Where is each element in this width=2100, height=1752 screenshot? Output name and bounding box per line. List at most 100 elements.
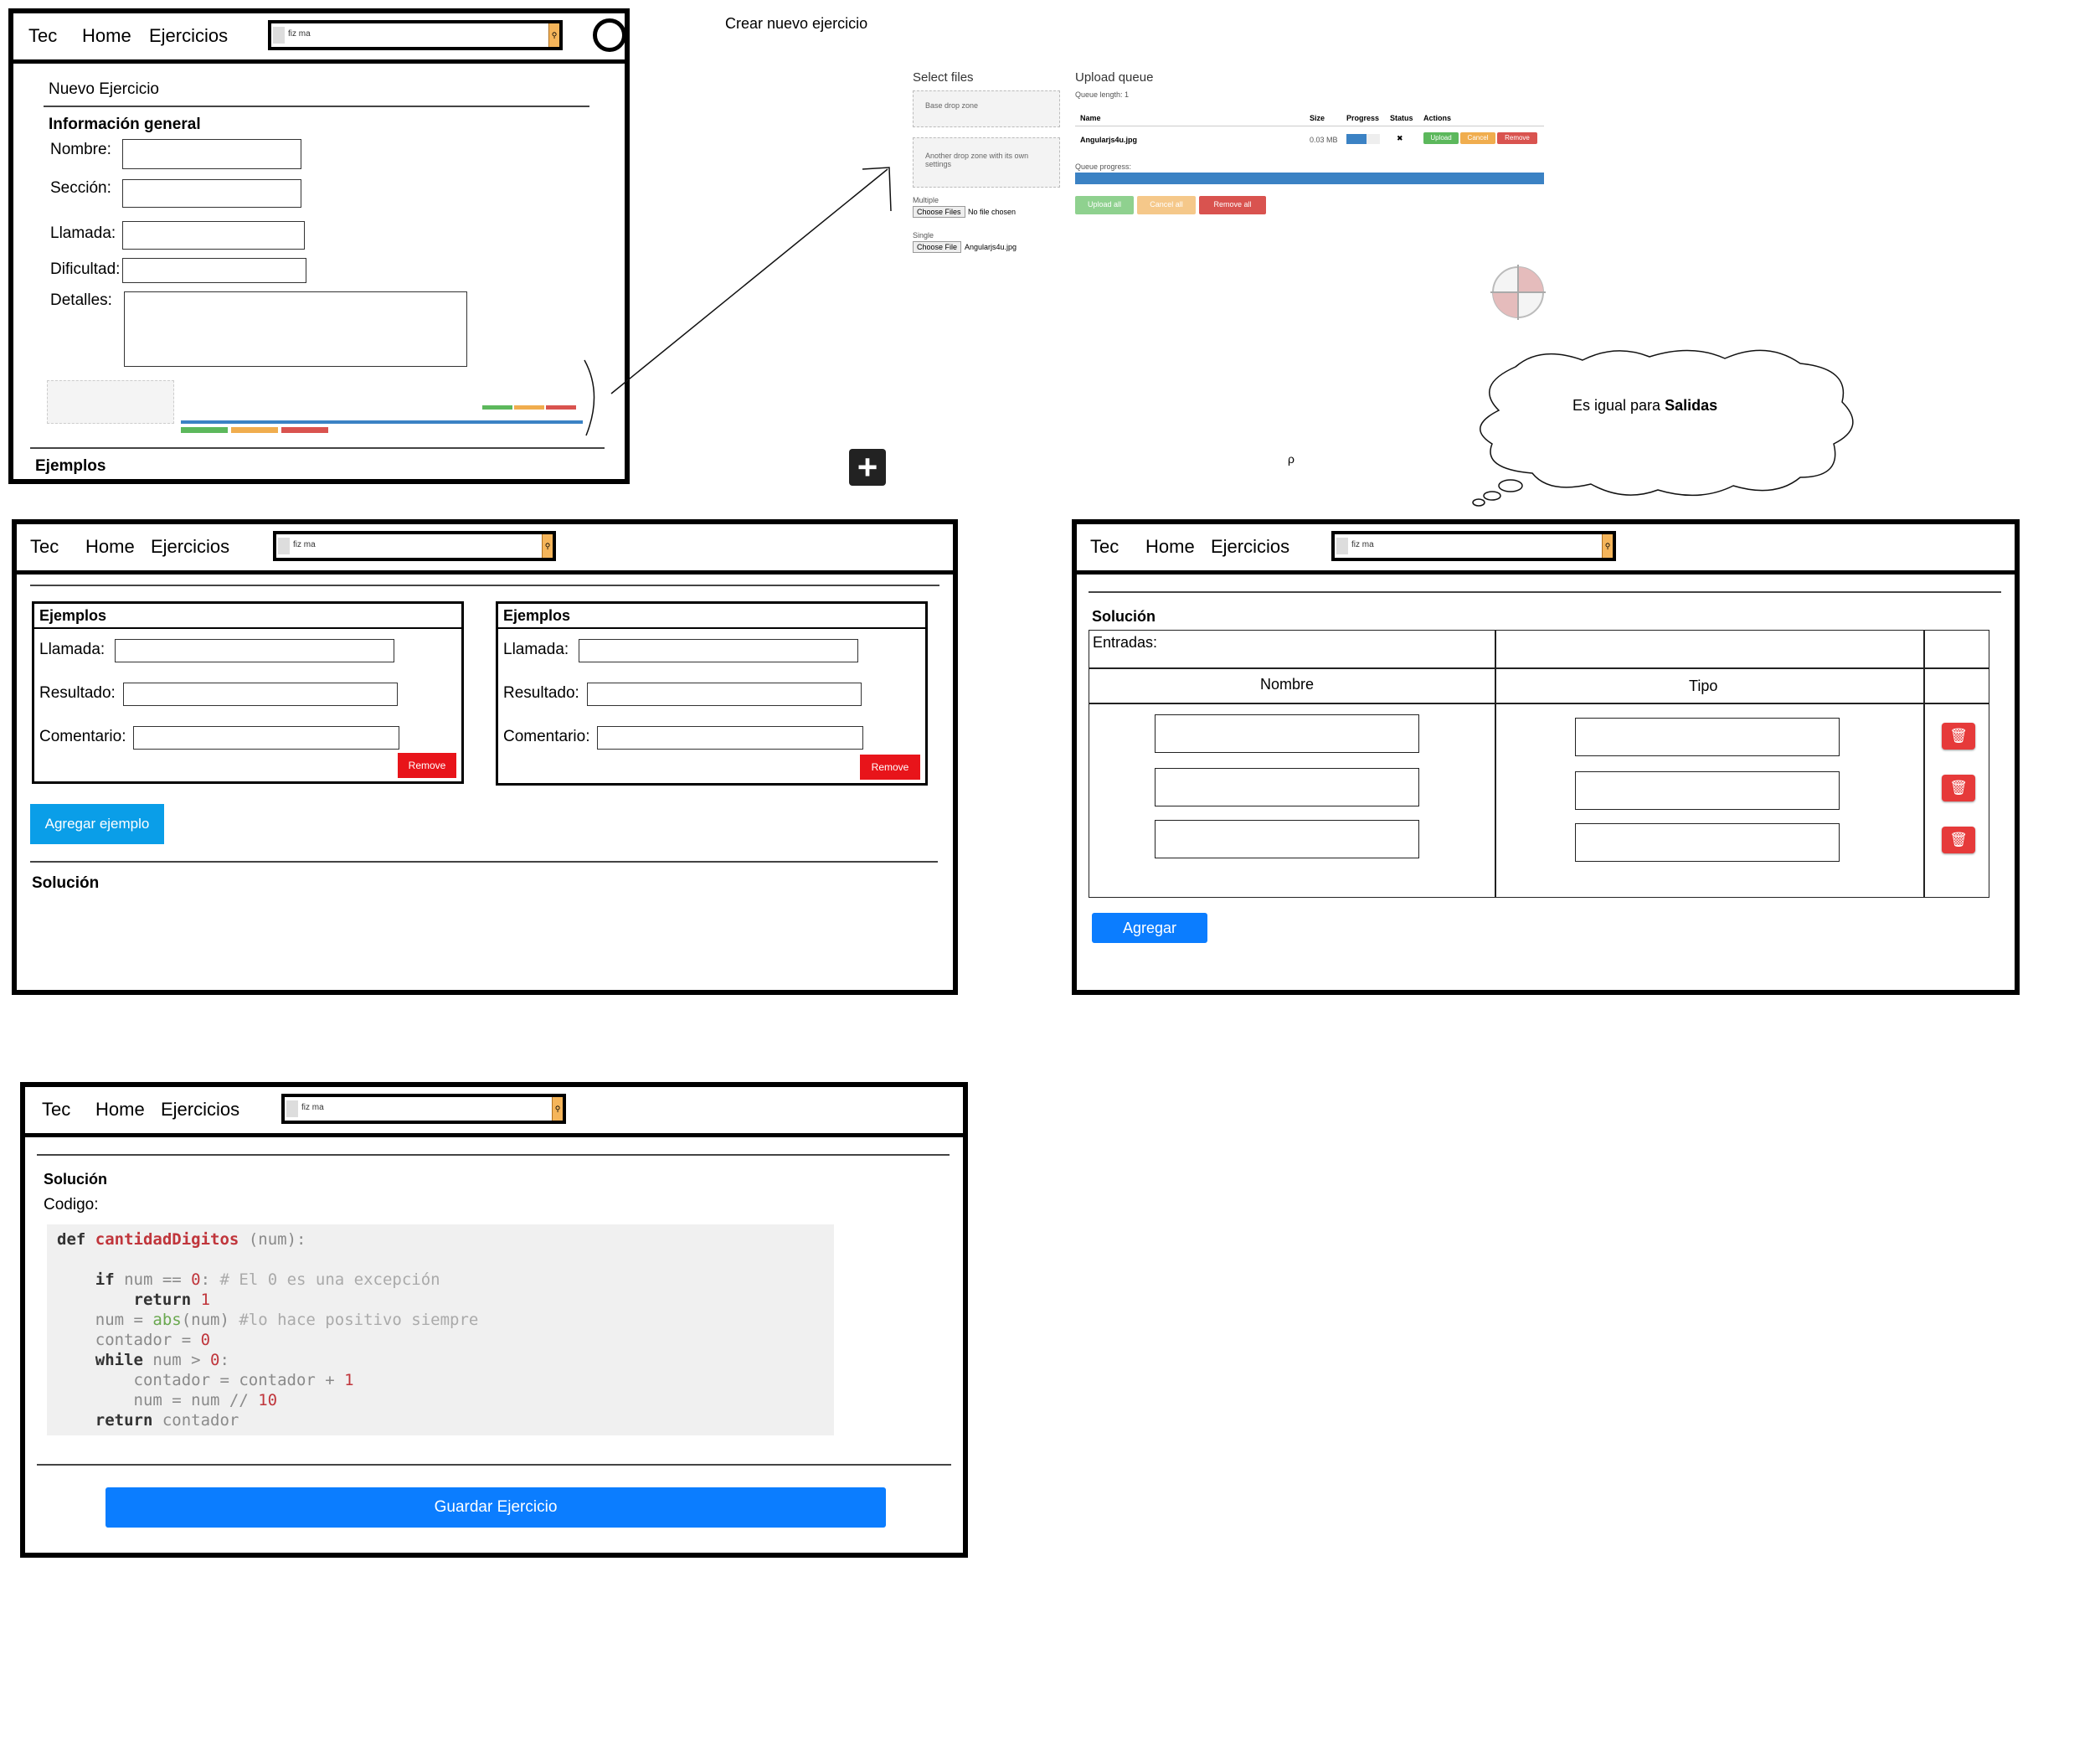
nombre-field[interactable] [122,139,301,169]
search-input[interactable]: fiz ma ⚲ [273,531,556,561]
col-nombre: Nombre [1260,676,1315,693]
base-drop-zone[interactable]: Base drop zone [913,90,1060,127]
agregar-ejemplo-button[interactable]: Agregar ejemplo [30,804,164,844]
search-value: fiz ma [288,29,311,39]
search-prefix-icon [286,1100,298,1117]
nombre-field[interactable] [1155,820,1419,858]
tipo-field[interactable] [1575,771,1840,810]
upload-all-button[interactable]: Upload all [1075,196,1134,214]
trash-icon[interactable]: 🗑 [1942,827,1975,853]
seccion-field[interactable] [122,179,301,208]
another-drop-zone[interactable]: Another drop zone with its own settings [913,137,1060,188]
col-name: Name [1080,114,1101,122]
nav-home[interactable]: Home [95,1099,145,1121]
trash-icon[interactable]: 🗑 [1942,723,1975,750]
nav-brand[interactable]: Tec [1090,536,1119,558]
codigo-label: Codigo: [44,1196,99,1214]
circle-icon[interactable] [593,18,626,52]
nombre-field[interactable] [1155,768,1419,806]
code-line: contador = contador + 1 [57,1371,354,1389]
solucion-heading: Solución [32,874,100,892]
solucion-heading: Solución [1092,608,1156,625]
code-block: def cantidadDigitos (num): if num == 0: … [47,1224,834,1435]
nav-home[interactable]: Home [1145,536,1195,558]
ejemplo-card: Ejemplos Llamada: Resultado: Comentario:… [496,601,928,786]
upload-button[interactable]: Upload [1423,132,1459,144]
tipo-field[interactable] [1575,718,1840,756]
resultado-field[interactable] [123,683,398,706]
resultado-label: Resultado: [503,684,579,702]
choose-files-button[interactable]: Choose Files [913,206,965,218]
dificultad-field[interactable] [122,258,306,283]
search-input[interactable]: fiz ma ⚲ [1331,531,1616,561]
dificultad-label: Dificultad: [50,260,121,278]
llamada-label: Llamada: [50,224,116,242]
nav-ejercicios[interactable]: Ejercicios [151,536,229,558]
navbar: Tec Home Ejercicios fiz ma ⚲ [25,1087,963,1137]
select-files-heading: Select files [913,70,974,85]
nombre-field[interactable] [1155,714,1419,753]
divider [44,106,589,107]
remove-button[interactable]: Remove [860,755,920,780]
divider [30,447,605,449]
search-icon[interactable]: ⚲ [552,1097,563,1121]
add-plus-icon[interactable]: + [849,449,886,486]
search-input[interactable]: fiz ma ⚲ [281,1094,566,1124]
llamada-field[interactable] [579,639,858,662]
detalles-label: Detalles: [50,291,112,309]
comentario-field[interactable] [597,726,863,750]
llamada-field[interactable] [115,639,394,662]
divider [1495,631,1496,897]
upload-queue-heading: Upload queue [1075,70,1154,85]
search-icon[interactable]: ⚲ [1602,534,1613,558]
form-title: Nuevo Ejercicio [49,80,159,98]
code-line: while num > 0: [95,1351,229,1369]
nav-ejercicios[interactable]: Ejercicios [1211,536,1289,558]
nav-brand[interactable]: Tec [28,25,57,47]
nav-home[interactable]: Home [85,536,135,558]
nav-brand[interactable]: Tec [42,1099,70,1121]
navbar: Tec Home Ejercicios fiz ma ⚲ [17,524,953,575]
remove-button[interactable]: Remove [1497,132,1537,144]
guardar-ejercicio-button[interactable]: Guardar Ejercicio [106,1487,886,1528]
search-value: fiz ma [1351,540,1374,549]
detalles-textarea[interactable] [124,291,467,367]
queue-progress-bar [1075,173,1544,184]
cancel-all-button[interactable]: Cancel all [1137,196,1196,214]
remove-all-button[interactable]: Remove all [1199,196,1266,214]
comentario-field[interactable] [133,726,399,750]
code-line: return contador [95,1411,239,1430]
code-line: contador = 0 [57,1331,211,1349]
llamada-field[interactable] [122,221,305,250]
nav-home[interactable]: Home [82,25,131,47]
thumb-progress [181,420,583,424]
nav-ejercicios[interactable]: Ejercicios [161,1099,239,1121]
remove-button[interactable]: Remove [398,753,456,778]
code-line: return 1 [133,1291,211,1309]
entradas-label: Entradas: [1093,634,1158,651]
nav-brand[interactable]: Tec [30,536,59,558]
search-input[interactable]: fiz ma ⚲ [268,20,563,50]
divider [30,861,938,863]
resultado-field[interactable] [587,683,862,706]
agregar-button[interactable]: Agregar [1092,913,1207,943]
llamada-label: Llamada: [39,641,106,658]
comentario-label: Comentario: [503,728,590,745]
cancel-button[interactable]: Cancel [1460,132,1495,144]
nav-ejercicios[interactable]: Ejercicios [149,25,228,47]
search-icon[interactable]: ⚲ [548,23,559,47]
card-title: Ejemplos [503,607,571,624]
seccion-label: Sección: [50,179,111,197]
choose-file-button[interactable]: Choose File [913,241,962,253]
thumb-btn-green [181,427,228,433]
search-icon[interactable]: ⚲ [542,534,553,558]
queue-progress-label: Queue progress: [1075,162,1132,171]
thought-text-bold: Salidas [1665,397,1718,414]
tipo-field[interactable] [1575,823,1840,862]
thumb-btn-orange [231,427,278,433]
resultado-label: Resultado: [39,684,116,702]
arrow-connector [584,167,892,436]
trash-icon[interactable]: 🗑 [1942,775,1975,801]
single-label: Single [913,231,934,240]
